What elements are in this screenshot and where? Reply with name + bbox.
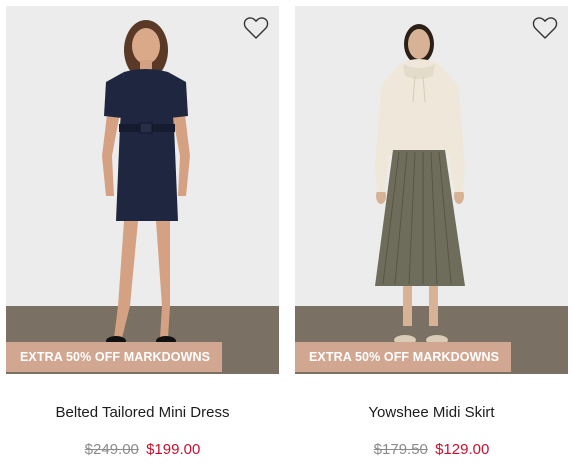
price-row: $249.00 $199.00 — [6, 441, 279, 458]
promo-badge: EXTRA 50% OFF MARKDOWNS — [6, 342, 223, 372]
product-image[interactable]: EXTRA 50% OFF MARKDOWNS — [295, 6, 568, 374]
sale-price: $199.00 — [146, 441, 201, 458]
product-image[interactable]: EXTRA 50% OFF MARKDOWNS — [6, 6, 279, 374]
product-card[interactable]: EXTRA 50% OFF MARKDOWNS Belted Tailored … — [6, 6, 279, 458]
product-name[interactable]: Belted Tailored Mini Dress — [6, 404, 279, 421]
model-figure — [375, 24, 465, 345]
sale-price: $129.00 — [435, 441, 490, 458]
product-card[interactable]: EXTRA 50% OFF MARKDOWNS Yowshee Midi Ski… — [295, 6, 568, 458]
model-figure — [102, 20, 190, 346]
promo-badge: EXTRA 50% OFF MARKDOWNS — [295, 342, 512, 372]
price-row: $179.50 $129.00 — [295, 441, 568, 458]
heart-outline-icon[interactable] — [243, 16, 269, 40]
heart-outline-icon[interactable] — [532, 16, 558, 40]
original-price: $179.50 — [373, 441, 428, 458]
original-price: $249.00 — [84, 441, 139, 458]
product-name[interactable]: Yowshee Midi Skirt — [295, 404, 568, 421]
